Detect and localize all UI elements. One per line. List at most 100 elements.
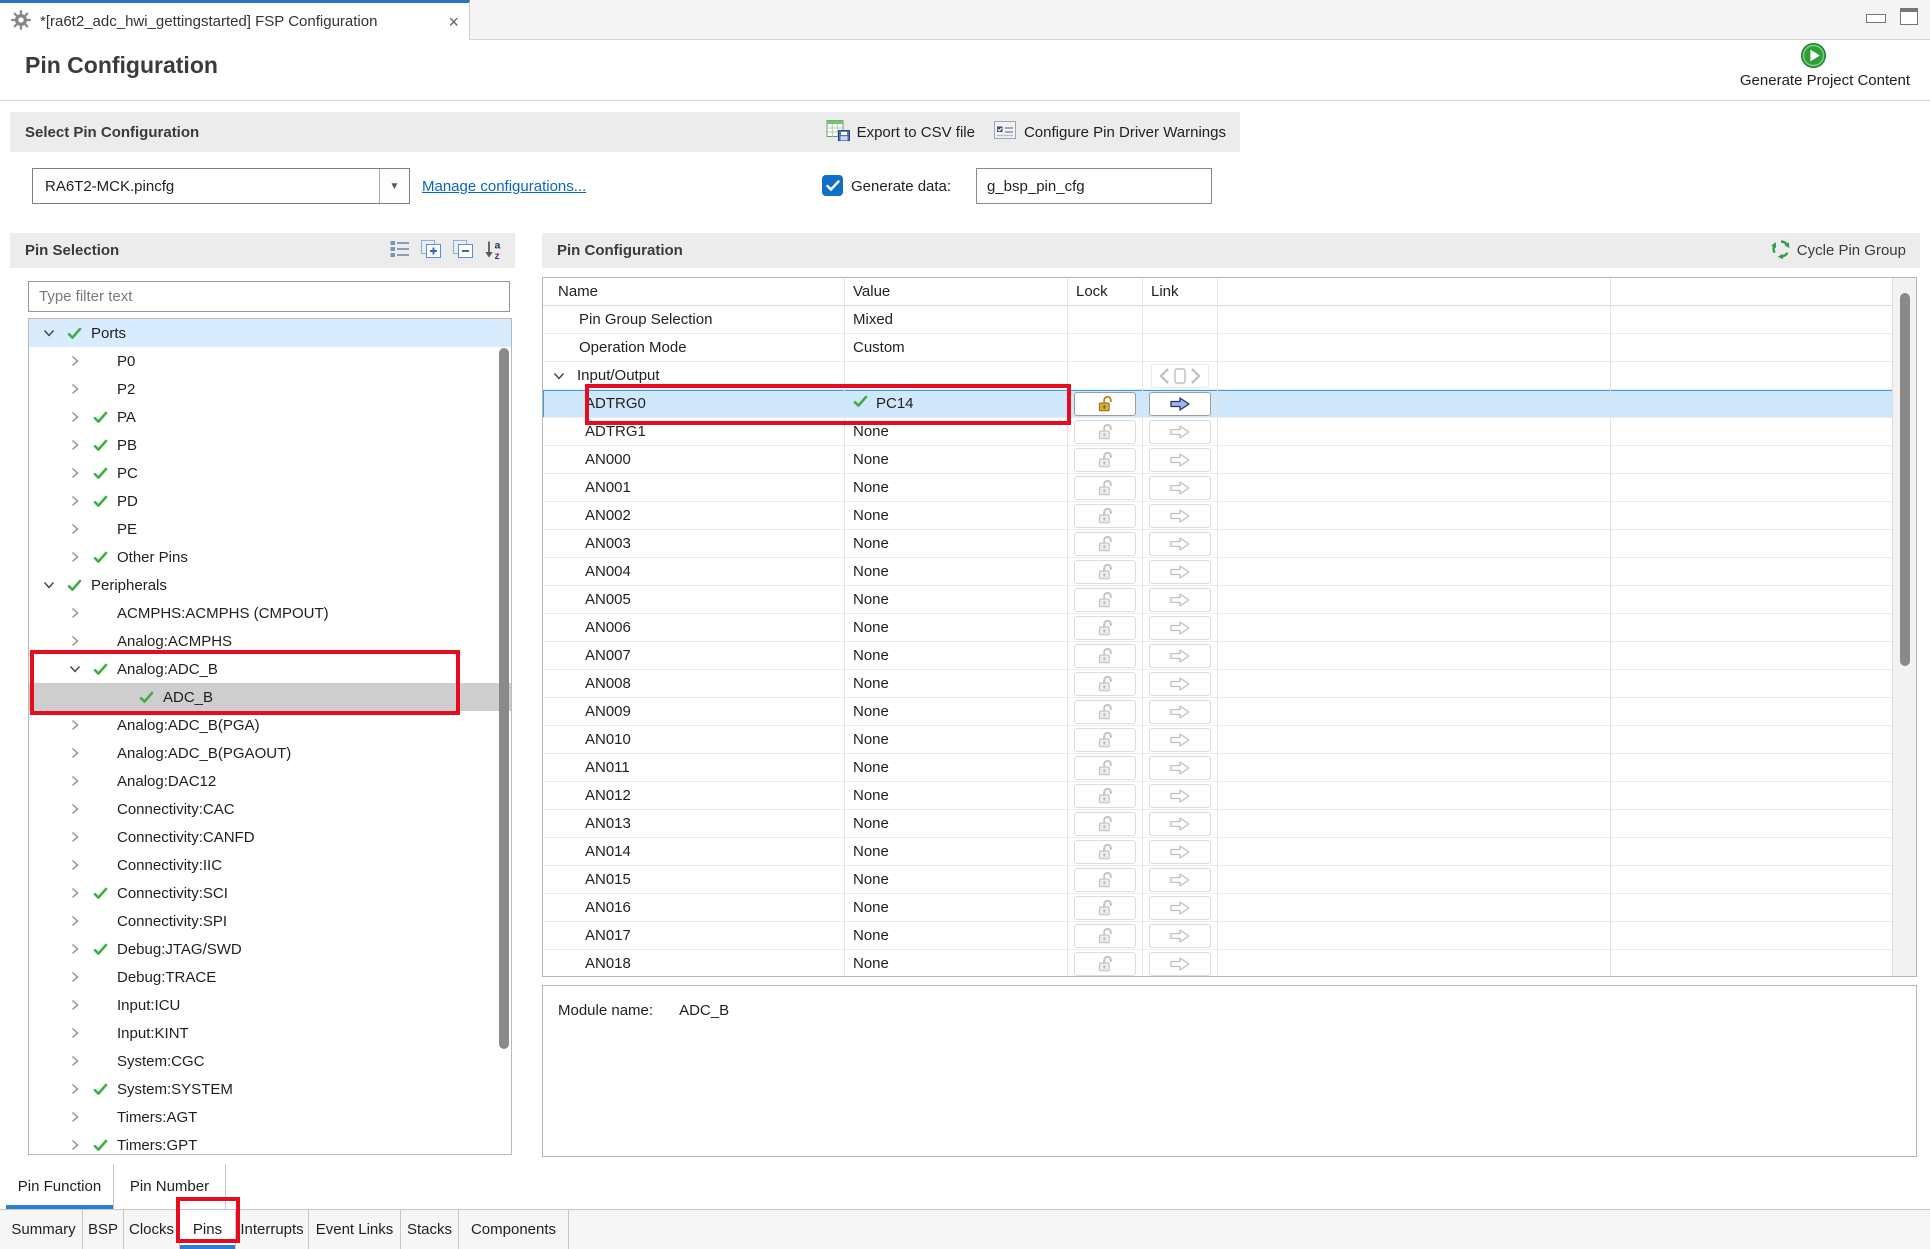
chevron-right-icon[interactable]	[67, 829, 93, 845]
lock-unlocked-icon[interactable]	[1074, 812, 1136, 836]
chevron-right-icon[interactable]	[67, 493, 93, 509]
link-arrow-icon[interactable]	[1149, 532, 1211, 556]
link-arrow-icon[interactable]	[1149, 756, 1211, 780]
chevron-right-icon[interactable]	[67, 549, 93, 565]
tree-item-connectivity-sci[interactable]: Connectivity:SCI	[29, 879, 511, 907]
tree-item-system-cgc[interactable]: System:CGC	[29, 1047, 511, 1075]
pin-row-an018[interactable]: AN018None	[543, 950, 1916, 977]
chevron-right-icon[interactable]	[67, 1081, 93, 1097]
pin-row-adtrg1[interactable]: ADTRG1None	[543, 418, 1916, 446]
chevron-right-icon[interactable]	[67, 857, 93, 873]
pin-row-an003[interactable]: AN003None	[543, 530, 1916, 558]
maximize-icon[interactable]	[1900, 8, 1918, 25]
page-tab-event-links[interactable]: Event Links	[309, 1210, 401, 1249]
tree-item-input-kint[interactable]: Input:KINT	[29, 1019, 511, 1047]
pin-row-an014[interactable]: AN014None	[543, 838, 1916, 866]
pin-row-adtrg0[interactable]: ADTRG0PC14	[543, 390, 1916, 418]
link-arrow-icon[interactable]	[1149, 924, 1211, 948]
pin-row-an005[interactable]: AN005None	[543, 586, 1916, 614]
page-tab-summary[interactable]: Summary	[5, 1210, 83, 1249]
tree-item-debug-jtag-swd[interactable]: Debug:JTAG/SWD	[29, 935, 511, 963]
chevron-right-icon[interactable]	[67, 381, 93, 397]
lock-unlocked-icon[interactable]	[1074, 532, 1136, 556]
lock-unlocked-icon[interactable]	[1074, 644, 1136, 668]
pin-row-an007[interactable]: AN007None	[543, 642, 1916, 670]
link-arrow-icon[interactable]	[1149, 812, 1211, 836]
link-arrow-icon[interactable]	[1149, 504, 1211, 528]
filter-input[interactable]	[28, 281, 510, 312]
chevron-right-icon[interactable]	[67, 941, 93, 957]
view-tab-pin-number[interactable]: Pin Number	[114, 1164, 226, 1209]
pin-row-an010[interactable]: AN010None	[543, 726, 1916, 754]
chevron-right-icon[interactable]	[67, 521, 93, 537]
chevron-down-icon[interactable]	[551, 368, 577, 384]
lock-unlocked-icon[interactable]	[1074, 504, 1136, 528]
tree-item-connectivity-spi[interactable]: Connectivity:SPI	[29, 907, 511, 935]
cycle-pin-group-button[interactable]: Cycle Pin Group	[1771, 239, 1906, 263]
link-arrow-icon[interactable]	[1149, 784, 1211, 808]
lock-unlocked-icon[interactable]	[1074, 868, 1136, 892]
tree-item-system-system[interactable]: System:SYSTEM	[29, 1075, 511, 1103]
link-arrow-icon[interactable]	[1149, 644, 1211, 668]
chevron-right-icon[interactable]	[67, 913, 93, 929]
chevron-right-icon[interactable]	[67, 717, 93, 733]
table-scrollbar-track[interactable]	[1892, 278, 1916, 976]
tree-item-connectivity-canfd[interactable]: Connectivity:CANFD	[29, 823, 511, 851]
cycle-link-icon[interactable]	[1151, 364, 1209, 388]
chevron-right-icon[interactable]	[67, 633, 93, 649]
tree-item-pc[interactable]: PC	[29, 459, 511, 487]
tree-item-connectivity-iic[interactable]: Connectivity:IIC	[29, 851, 511, 879]
column-header-value[interactable]: Value	[845, 278, 1068, 306]
sort-az-icon[interactable]: a z	[483, 238, 505, 264]
link-arrow-icon[interactable]	[1149, 840, 1211, 864]
pin-row-an001[interactable]: AN001None	[543, 474, 1916, 502]
link-arrow-icon[interactable]	[1149, 728, 1211, 752]
export-to-csv-button[interactable]: Export to CSV file	[826, 119, 975, 146]
tree-item-other-pins[interactable]: Other Pins	[29, 543, 511, 571]
link-arrow-icon[interactable]	[1149, 952, 1211, 976]
tree-item-analog-dac12[interactable]: Analog:DAC12	[29, 767, 511, 795]
pin-row-an011[interactable]: AN011None	[543, 754, 1916, 782]
chevron-down-icon[interactable]	[41, 577, 67, 593]
pin-row-an009[interactable]: AN009None	[543, 698, 1916, 726]
page-tab-components[interactable]: Components	[459, 1210, 569, 1249]
generate-project-content-button[interactable]: Generate Project Content	[1390, 72, 1910, 89]
lock-unlocked-icon[interactable]	[1074, 420, 1136, 444]
link-arrow-icon[interactable]	[1149, 672, 1211, 696]
chevron-down-icon[interactable]	[41, 325, 67, 341]
tree-item-pd[interactable]: PD	[29, 487, 511, 515]
view-tab-pin-function[interactable]: Pin Function	[6, 1164, 114, 1209]
lock-unlocked-icon[interactable]	[1074, 672, 1136, 696]
chevron-right-icon[interactable]	[67, 969, 93, 985]
pin-row-an000[interactable]: AN000None	[543, 446, 1916, 474]
editor-tab-fsp-configuration[interactable]: *[ra6t2_adc_hwi_gettingstarted] FSP Conf…	[0, 0, 470, 40]
lock-unlocked-icon[interactable]	[1074, 924, 1136, 948]
column-header-lock[interactable]: Lock	[1068, 278, 1143, 306]
pin-row-an012[interactable]: AN012None	[543, 782, 1916, 810]
pin-row-an008[interactable]: AN008None	[543, 670, 1916, 698]
pin-row-an013[interactable]: AN013None	[543, 810, 1916, 838]
link-arrow-icon[interactable]	[1149, 616, 1211, 640]
link-arrow-icon[interactable]	[1149, 560, 1211, 584]
tree-scrollbar[interactable]	[499, 348, 509, 1049]
page-tab-bsp[interactable]: BSP	[83, 1210, 124, 1249]
link-arrow-icon[interactable]	[1149, 392, 1211, 416]
generate-data-input[interactable]	[976, 168, 1212, 204]
generate-play-icon[interactable]	[1800, 42, 1827, 73]
link-arrow-icon[interactable]	[1149, 700, 1211, 724]
chevron-right-icon[interactable]	[67, 801, 93, 817]
close-icon[interactable]: ×	[448, 13, 459, 31]
tree-item-analog-adc-b-pgaout[interactable]: Analog:ADC_B(PGAOUT)	[29, 739, 511, 767]
collapse-all-icon[interactable]	[451, 238, 475, 264]
pin-row-an016[interactable]: AN016None	[543, 894, 1916, 922]
manage-configurations-link[interactable]: Manage configurations...	[422, 178, 586, 195]
page-tab-interrupts[interactable]: Interrupts	[236, 1210, 309, 1249]
chevron-right-icon[interactable]	[67, 745, 93, 761]
column-header-link[interactable]: Link	[1143, 278, 1218, 306]
chevron-right-icon[interactable]	[67, 885, 93, 901]
minimize-icon[interactable]	[1866, 14, 1886, 23]
link-arrow-icon[interactable]	[1149, 448, 1211, 472]
tree-item-analog-adc-b-pga[interactable]: Analog:ADC_B(PGA)	[29, 711, 511, 739]
tree-item-p0[interactable]: P0	[29, 347, 511, 375]
chevron-right-icon[interactable]	[67, 1025, 93, 1041]
